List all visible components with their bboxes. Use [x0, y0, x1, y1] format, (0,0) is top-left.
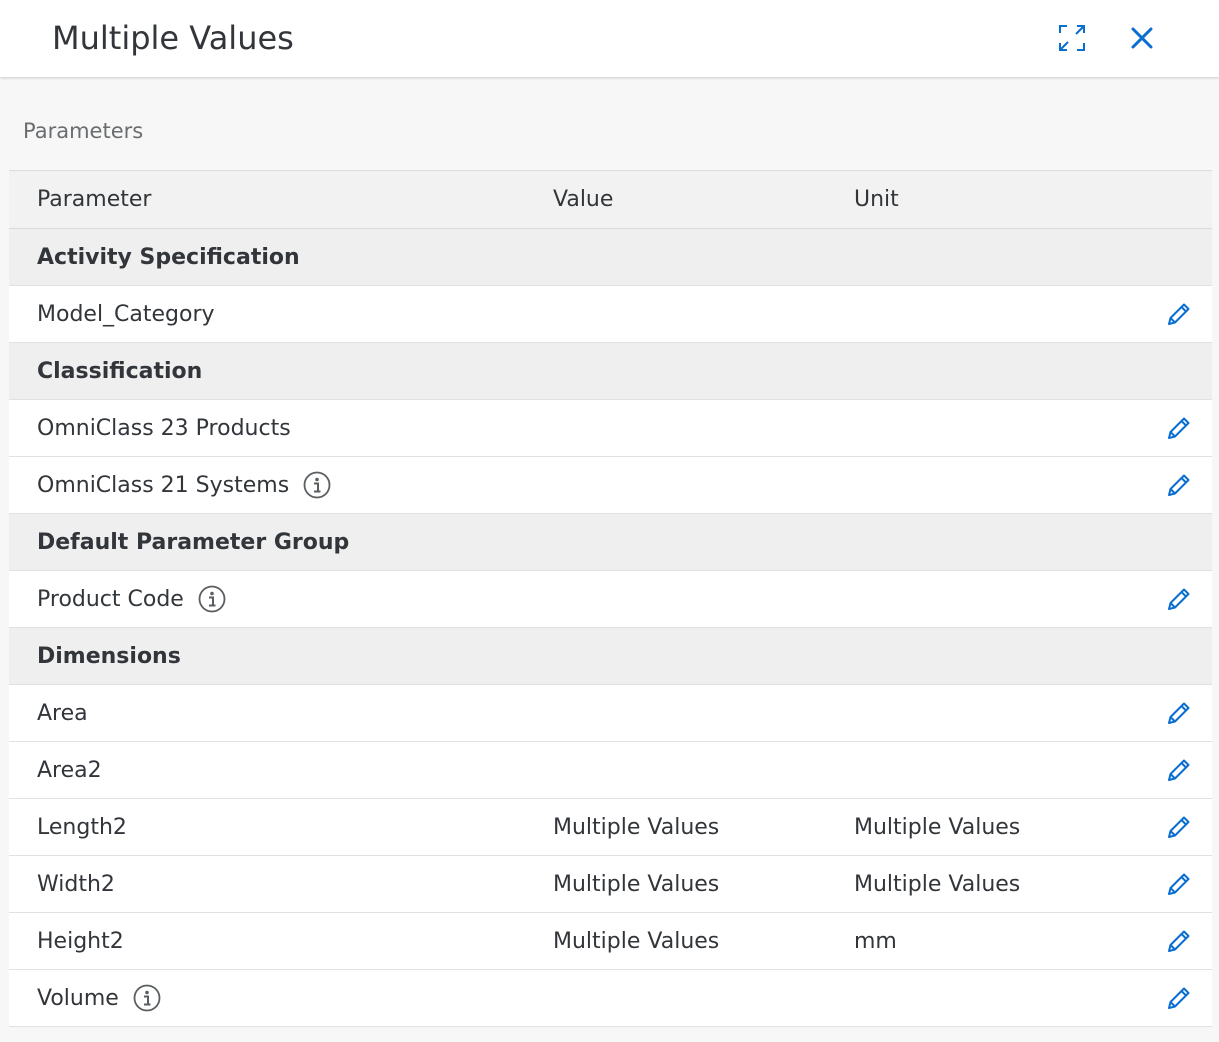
- parameter-name: OmniClass 21 Systems: [37, 457, 331, 513]
- group-row-activity-specification: Activity Specification: [9, 229, 1212, 286]
- edit-button[interactable]: [1159, 457, 1199, 513]
- edit-button[interactable]: [1159, 571, 1199, 627]
- info-icon[interactable]: [198, 585, 226, 613]
- pencil-icon: [1168, 588, 1190, 610]
- group-label: Classification: [37, 343, 202, 399]
- pencil-icon: [1168, 474, 1190, 496]
- pencil-icon: [1168, 930, 1190, 952]
- group-row-default-parameter-group: Default Parameter Group: [9, 514, 1212, 571]
- value-cell: Multiple Values: [553, 814, 720, 840]
- pencil-icon: [1168, 417, 1190, 439]
- table-body: Activity Specification Model_Category Clas…: [9, 229, 1212, 1027]
- pencil-icon: [1168, 303, 1190, 325]
- group-row-dimensions: Dimensions: [9, 628, 1212, 685]
- parameter-text: Default Parameter Group: [37, 529, 350, 555]
- parameter-text: Width2: [37, 871, 115, 897]
- table-row-width2[interactable]: Width2 Multiple Values Multiple Values: [9, 856, 1212, 913]
- expand-icon: [1059, 25, 1085, 51]
- pencil-icon: [1168, 987, 1190, 1009]
- parameter-name: Area: [37, 685, 88, 741]
- parameter-name: Volume: [37, 970, 161, 1026]
- table-row-product-code[interactable]: Product Code: [9, 571, 1212, 628]
- edit-button[interactable]: [1159, 970, 1199, 1026]
- parameter-name: Area2: [37, 742, 102, 798]
- column-header-unit: Unit: [854, 187, 899, 212]
- parameter-text: Height2: [37, 928, 124, 954]
- parameter-text: Activity Specification: [37, 244, 300, 270]
- unit-cell: Multiple Values: [854, 814, 1021, 840]
- table-row-area2[interactable]: Area2: [9, 742, 1212, 799]
- pencil-icon: [1168, 816, 1190, 838]
- parameter-text: Product Code: [37, 586, 184, 612]
- table-row-omniclass-23-products[interactable]: OmniClass 23 Products: [9, 400, 1212, 457]
- parameter-name: Height2: [37, 913, 124, 969]
- expand-button[interactable]: [1054, 20, 1090, 56]
- parameter-text: Area: [37, 700, 88, 726]
- edit-button[interactable]: [1159, 913, 1199, 969]
- column-header-value: Value: [553, 187, 614, 212]
- group-label: Default Parameter Group: [37, 514, 349, 570]
- table-row-length2[interactable]: Length2 Multiple Values Multiple Values: [9, 799, 1212, 856]
- parameter-name: Length2: [37, 799, 127, 855]
- value-cell: Multiple Values: [553, 928, 720, 954]
- column-header-parameter: Parameter: [37, 187, 152, 212]
- table-row-height2[interactable]: Height2 Multiple Values mm: [9, 913, 1212, 970]
- info-icon[interactable]: [133, 984, 161, 1012]
- parameter-text: Length2: [37, 814, 127, 840]
- pencil-icon: [1168, 873, 1190, 895]
- dialog-title: Multiple Values: [52, 19, 294, 57]
- pencil-icon: [1168, 759, 1190, 781]
- parameter-name: Width2: [37, 856, 115, 912]
- parameters-table: Parameter Value Unit Activity Specificat…: [9, 170, 1212, 1027]
- parameter-name: Model_Category: [37, 286, 215, 342]
- info-icon[interactable]: [303, 471, 331, 499]
- parameter-text: OmniClass 23 Products: [37, 415, 291, 441]
- parameter-text: Classification: [37, 358, 203, 384]
- table-row-model-category[interactable]: Model_Category: [9, 286, 1212, 343]
- unit-cell: mm: [854, 928, 897, 954]
- edit-button[interactable]: [1159, 286, 1199, 342]
- parameter-text: Dimensions: [37, 643, 181, 669]
- table-header-row: Parameter Value Unit: [9, 171, 1212, 229]
- group-label: Activity Specification: [37, 229, 300, 285]
- parameter-text: Area2: [37, 757, 102, 783]
- unit-cell: Multiple Values: [854, 871, 1021, 897]
- parameter-text: Model_Category: [37, 301, 215, 327]
- edit-button[interactable]: [1159, 742, 1199, 798]
- edit-button[interactable]: [1159, 400, 1199, 456]
- value-cell: Multiple Values: [553, 871, 720, 897]
- parameter-name: Product Code: [37, 571, 226, 627]
- close-button[interactable]: [1124, 20, 1160, 56]
- table-row-volume[interactable]: Volume: [9, 970, 1212, 1027]
- pencil-icon: [1168, 702, 1190, 724]
- parameter-text: OmniClass 21 Systems: [37, 472, 290, 498]
- dialog-header: Multiple Values: [0, 0, 1219, 77]
- parameter-name: OmniClass 23 Products: [37, 400, 291, 456]
- edit-button[interactable]: [1159, 685, 1199, 741]
- group-row-classification: Classification: [9, 343, 1212, 400]
- table-row-omniclass-21-systems[interactable]: OmniClass 21 Systems: [9, 457, 1212, 514]
- edit-button[interactable]: [1159, 799, 1199, 855]
- table-row-area[interactable]: Area: [9, 685, 1212, 742]
- parameters-section-label: Parameters: [23, 119, 144, 143]
- close-icon: [1131, 27, 1153, 49]
- edit-button[interactable]: [1159, 856, 1199, 912]
- parameter-text: Volume: [37, 985, 119, 1011]
- group-label: Dimensions: [37, 628, 181, 684]
